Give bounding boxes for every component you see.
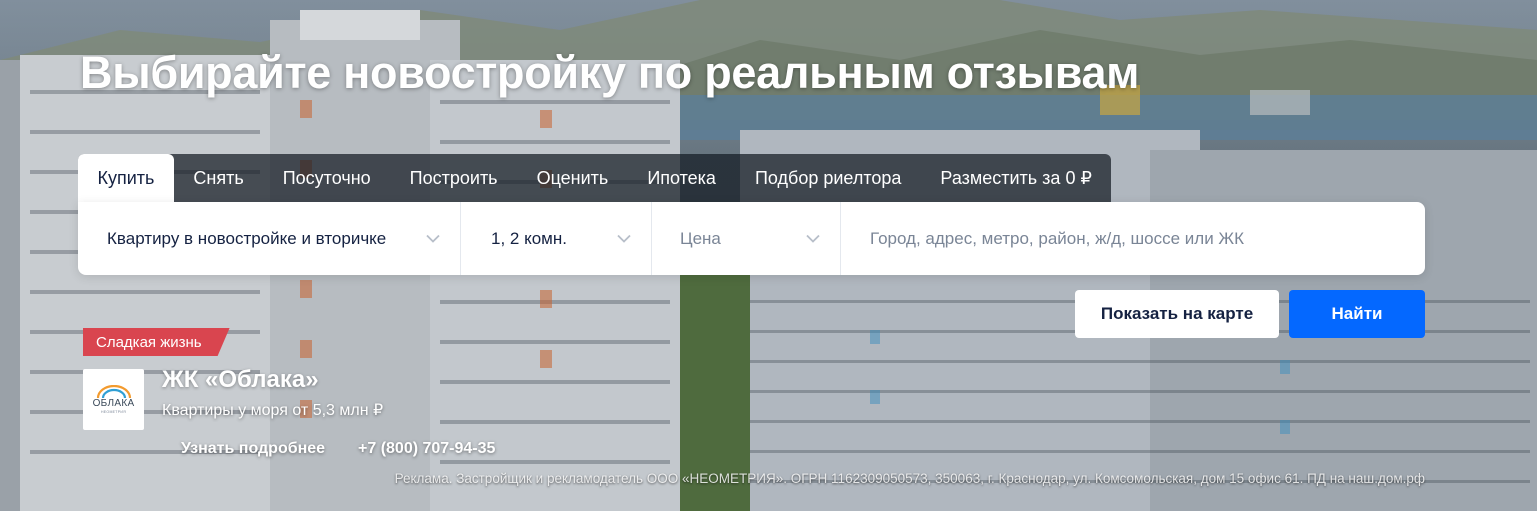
tab-estimate[interactable]: Оценить	[517, 154, 628, 202]
chevron-down-icon	[426, 234, 440, 243]
ad-disclaimer: Реклама. Застройщик и рекламодатель ООО …	[394, 471, 1425, 486]
tab-place-ad[interactable]: Разместить за 0 ₽	[921, 154, 1112, 202]
logo-text: ОБЛАКА	[92, 398, 135, 409]
property-type-value: Квартиру в новостройке и вторичке	[107, 228, 387, 248]
tab-build[interactable]: Построить	[390, 154, 517, 202]
promo-badge: Сладкая жизнь	[83, 328, 230, 356]
tab-realtor-selection[interactable]: Подбор риелтора	[735, 154, 920, 202]
learn-more-link[interactable]: Узнать подробнее	[181, 440, 325, 458]
price-select[interactable]: Цена	[652, 202, 841, 275]
developer-logo[interactable]: ОБЛАКА НЕОМЕТРИЯ	[83, 369, 144, 430]
tab-rent[interactable]: Снять	[174, 154, 263, 202]
property-type-select[interactable]: Квартиру в новостройке и вторичке	[78, 202, 461, 275]
promo-title[interactable]: ЖК «Облака»	[162, 366, 319, 394]
page-headline: Выбирайте новостройку по реальным отзыва…	[80, 47, 1140, 98]
chevron-down-icon	[806, 234, 820, 243]
tab-mortgage[interactable]: Ипотека	[628, 154, 736, 202]
deal-type-tabs: Купить Снять Посуточно Построить Оценить…	[78, 154, 1112, 202]
location-search-input[interactable]	[841, 202, 1425, 275]
find-button[interactable]: Найти	[1289, 290, 1425, 338]
tab-buy[interactable]: Купить	[78, 154, 174, 202]
cloud-arc-icon	[96, 385, 131, 399]
tab-daily-rent[interactable]: Посуточно	[263, 154, 390, 202]
chevron-down-icon	[617, 234, 631, 243]
promo-subtitle: Квартиры у моря от 5,3 млн ₽	[162, 402, 384, 419]
price-value: Цена	[680, 228, 721, 248]
rooms-select[interactable]: 1, 2 комн.	[461, 202, 652, 275]
phone-link[interactable]: +7 (800) 707-94-35	[358, 440, 495, 458]
search-bar: Квартиру в новостройке и вторичке 1, 2 к…	[78, 202, 1425, 275]
logo-subtext: НЕОМЕТРИЯ	[100, 410, 127, 414]
rooms-value: 1, 2 комн.	[491, 228, 567, 248]
show-on-map-button[interactable]: Показать на карте	[1075, 290, 1279, 338]
